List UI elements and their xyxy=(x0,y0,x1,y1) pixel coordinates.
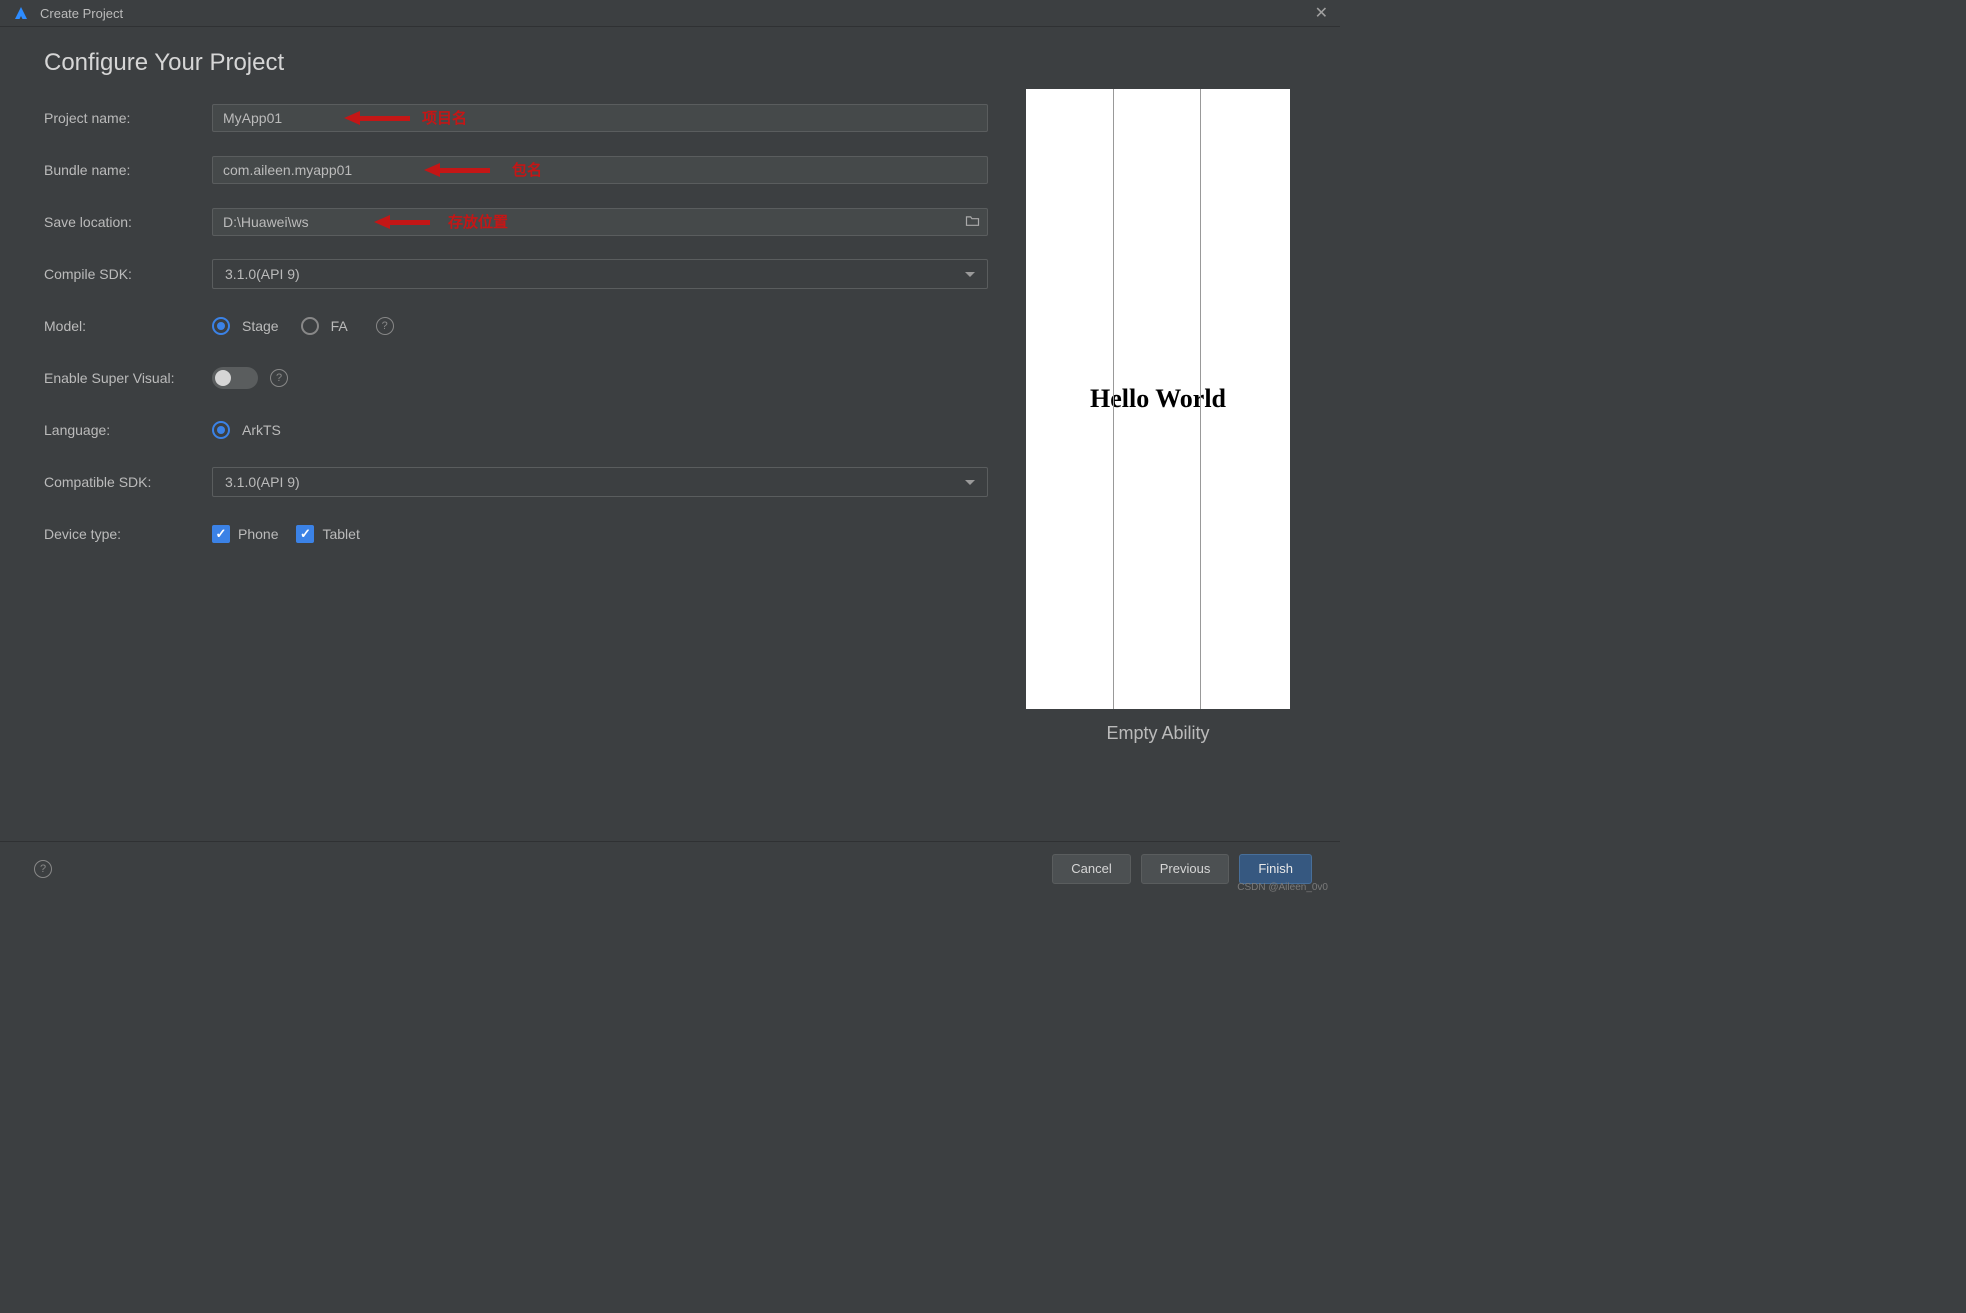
device-phone-label: Phone xyxy=(238,526,278,542)
model-stage-radio[interactable] xyxy=(212,317,230,335)
cancel-button[interactable]: Cancel xyxy=(1052,854,1130,884)
compatible-sdk-value: 3.1.0(API 9) xyxy=(225,474,300,490)
preview-caption: Empty Ability xyxy=(1106,723,1209,744)
previous-button[interactable]: Previous xyxy=(1141,854,1230,884)
chevron-down-icon xyxy=(965,272,975,277)
window-title: Create Project xyxy=(40,6,123,21)
chevron-down-icon xyxy=(965,480,975,485)
super-visual-label: Enable Super Visual: xyxy=(44,370,212,386)
model-fa-radio[interactable] xyxy=(301,317,319,335)
save-location-input[interactable] xyxy=(212,208,988,236)
super-visual-help-icon[interactable]: ? xyxy=(270,369,288,387)
compatible-sdk-label: Compatible SDK: xyxy=(44,474,212,490)
model-fa-label: FA xyxy=(331,318,348,334)
device-phone-checkbox[interactable]: ✓ xyxy=(212,525,230,543)
compile-sdk-dropdown[interactable]: 3.1.0(API 9) xyxy=(212,259,988,289)
project-name-label: Project name: xyxy=(44,110,212,126)
model-label: Model: xyxy=(44,318,212,334)
compatible-sdk-dropdown[interactable]: 3.1.0(API 9) xyxy=(212,467,988,497)
dialog-footer: ? Cancel Previous Finish xyxy=(0,841,1340,895)
bundle-name-label: Bundle name: xyxy=(44,162,212,178)
browse-folder-icon[interactable] xyxy=(965,215,980,230)
compile-sdk-label: Compile SDK: xyxy=(44,266,212,282)
template-preview: Hello World xyxy=(1026,89,1290,709)
footer-help-icon[interactable]: ? xyxy=(34,860,52,878)
language-arkts-radio[interactable] xyxy=(212,421,230,439)
app-logo-icon xyxy=(12,4,30,22)
model-help-icon[interactable]: ? xyxy=(376,317,394,335)
preview-text: Hello World xyxy=(1090,384,1226,414)
title-bar: Create Project ✕ xyxy=(0,0,1340,27)
finish-button[interactable]: Finish xyxy=(1239,854,1312,884)
device-type-label: Device type: xyxy=(44,526,212,542)
project-name-input[interactable] xyxy=(212,104,988,132)
device-tablet-label: Tablet xyxy=(322,526,359,542)
device-tablet-checkbox[interactable]: ✓ xyxy=(296,525,314,543)
language-arkts-label: ArkTS xyxy=(242,422,281,438)
bundle-name-input[interactable] xyxy=(212,156,988,184)
compile-sdk-value: 3.1.0(API 9) xyxy=(225,266,300,282)
save-location-label: Save location: xyxy=(44,214,212,230)
model-stage-label: Stage xyxy=(242,318,279,334)
language-label: Language: xyxy=(44,422,212,438)
watermark: CSDN @Aileen_0v0 xyxy=(1237,882,1328,893)
close-icon[interactable]: ✕ xyxy=(1311,3,1332,23)
super-visual-toggle[interactable] xyxy=(212,367,258,389)
page-title: Configure Your Project xyxy=(44,49,988,77)
